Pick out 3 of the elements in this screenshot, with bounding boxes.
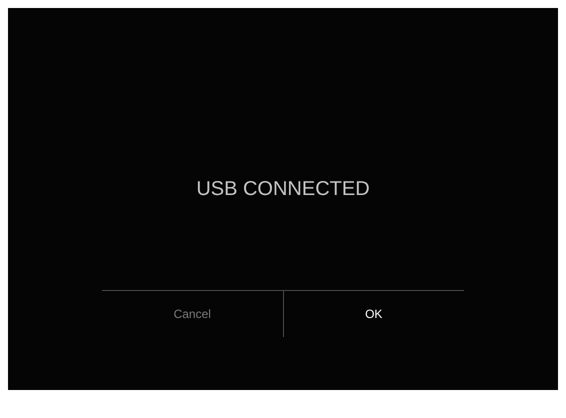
- message-text: USB CONNECTED: [196, 177, 370, 202]
- dialog-button[interactable]: Cancel: [166, 301, 219, 327]
- dialog-button[interactable]: OK: [357, 301, 390, 327]
